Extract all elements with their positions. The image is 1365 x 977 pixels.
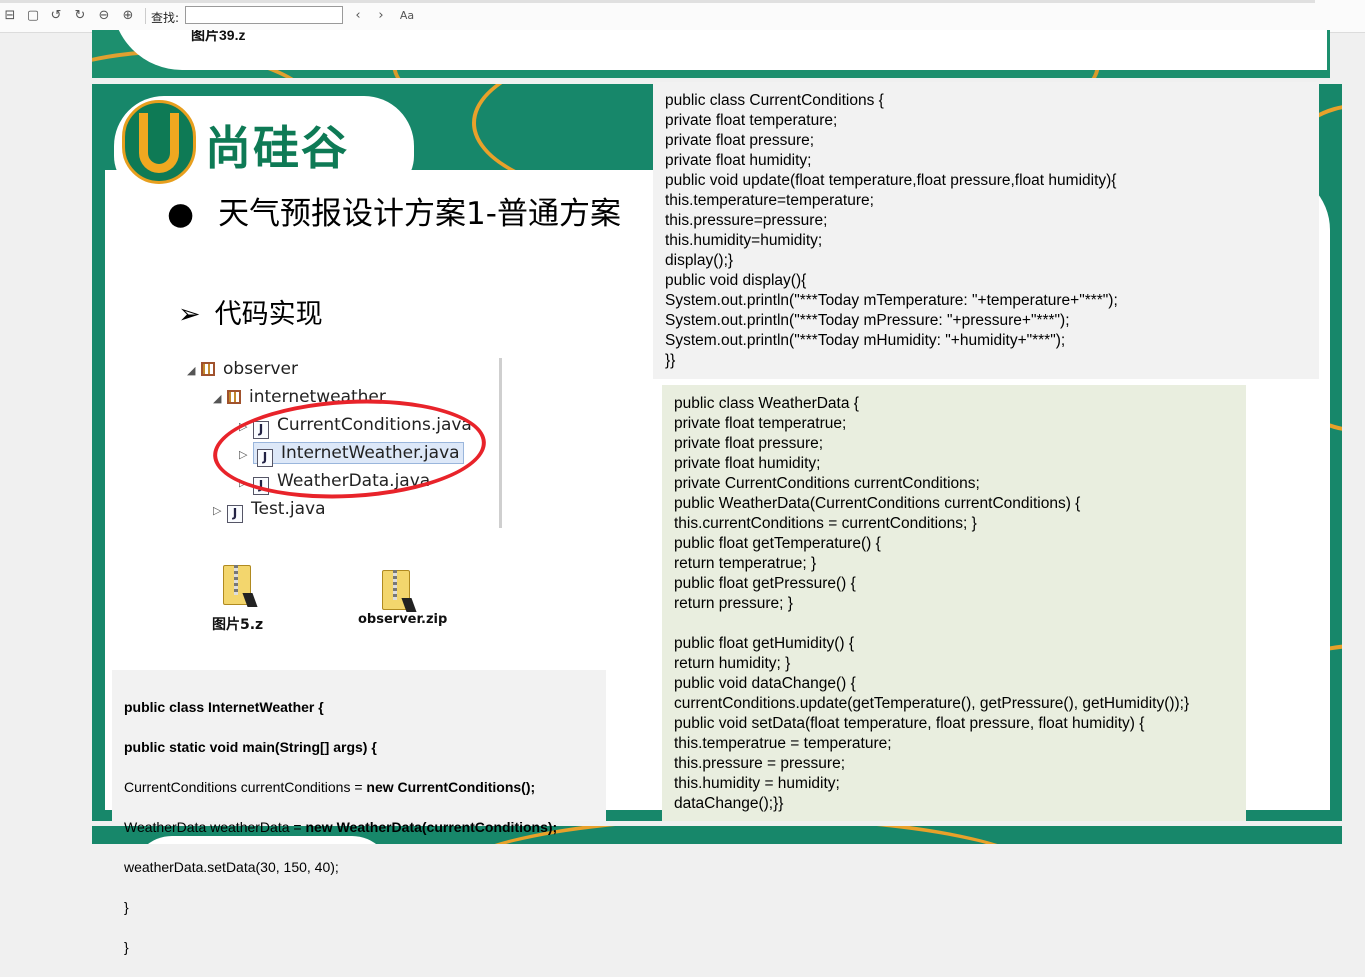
tree-root-label: observer	[223, 359, 299, 379]
rotate-right-icon[interactable]: ↻	[73, 9, 87, 23]
arrow-bullet-icon: ➢	[178, 299, 201, 330]
toolbar-divider	[145, 8, 146, 24]
zip-file-label: 图片5.z	[212, 617, 264, 633]
java-file-icon: J	[227, 505, 243, 523]
rotate-left-icon[interactable]: ↺	[49, 9, 63, 23]
package-icon	[201, 362, 215, 376]
code-line: }	[124, 899, 129, 915]
prev-icon[interactable]: ‹	[351, 9, 365, 23]
page-icon[interactable]: ▢	[26, 9, 40, 23]
code-line: weatherData.setData(30, 150, 40);	[124, 859, 339, 875]
logo-u-icon	[122, 100, 196, 184]
code-line: public static void main(String[] args) {	[124, 739, 377, 755]
slide-previous: 图片39.z	[92, 30, 1330, 78]
slide-content-area	[112, 30, 1327, 70]
find-label: 查找:	[151, 11, 180, 25]
match-case-icon[interactable]: Aa	[398, 9, 416, 23]
zip-caption: 图片39.z	[191, 30, 246, 43]
code-current-conditions: public class CurrentConditions { private…	[653, 82, 1319, 379]
code-line: CurrentConditions currentConditions =	[124, 779, 367, 795]
tab-strip	[0, 0, 1315, 3]
next-icon[interactable]: ›	[374, 9, 388, 23]
code-line-bold: new WeatherData(currentConditions);	[305, 819, 558, 835]
code-line: public class InternetWeather {	[124, 699, 324, 715]
find-input[interactable]	[185, 6, 343, 24]
zoom-out-icon[interactable]: ⊖	[97, 9, 111, 23]
find-toolbar: ⊟ ▢ ↺ ↻ ⊖ ⊕ 查找: ‹ › Aa	[0, 0, 1365, 33]
zip-file-label: observer.zip	[358, 612, 448, 627]
collapsed-arrow-icon: ▷	[213, 504, 222, 517]
heading-text: 天气预报设计方案1-普通方案	[218, 196, 621, 232]
tree-root: ◢ observer	[187, 359, 298, 379]
code-internet-weather: public class InternetWeather { public st…	[112, 670, 606, 955]
expanded-arrow-icon: ◢	[213, 392, 222, 405]
zip-file-icon[interactable]	[376, 570, 417, 616]
zoom-in-icon[interactable]: ⊕	[121, 9, 135, 23]
code-line-bold: new CurrentConditions();	[366, 779, 536, 795]
code-line: WeatherData weatherData =	[124, 819, 306, 835]
tree-file-label: Test.java	[251, 499, 326, 519]
slide-subheading: ➢ 代码实现	[178, 292, 323, 331]
slide-heading: ● 天气预报设计方案1-普通方案	[167, 188, 621, 233]
expanded-arrow-icon: ◢	[187, 364, 196, 377]
code-line: }	[124, 939, 129, 955]
layout-icon[interactable]: ⊟	[3, 9, 17, 23]
code-weather-data: public class WeatherData { private float…	[662, 385, 1246, 821]
tree-file: ▷ J Test.java	[213, 499, 326, 523]
zip-file-icon[interactable]	[217, 565, 258, 611]
package-icon	[227, 390, 241, 404]
logo-text: 尚硅谷	[205, 121, 349, 175]
subheading-text: 代码实现	[214, 299, 323, 330]
bullet-icon: ●	[167, 196, 195, 232]
